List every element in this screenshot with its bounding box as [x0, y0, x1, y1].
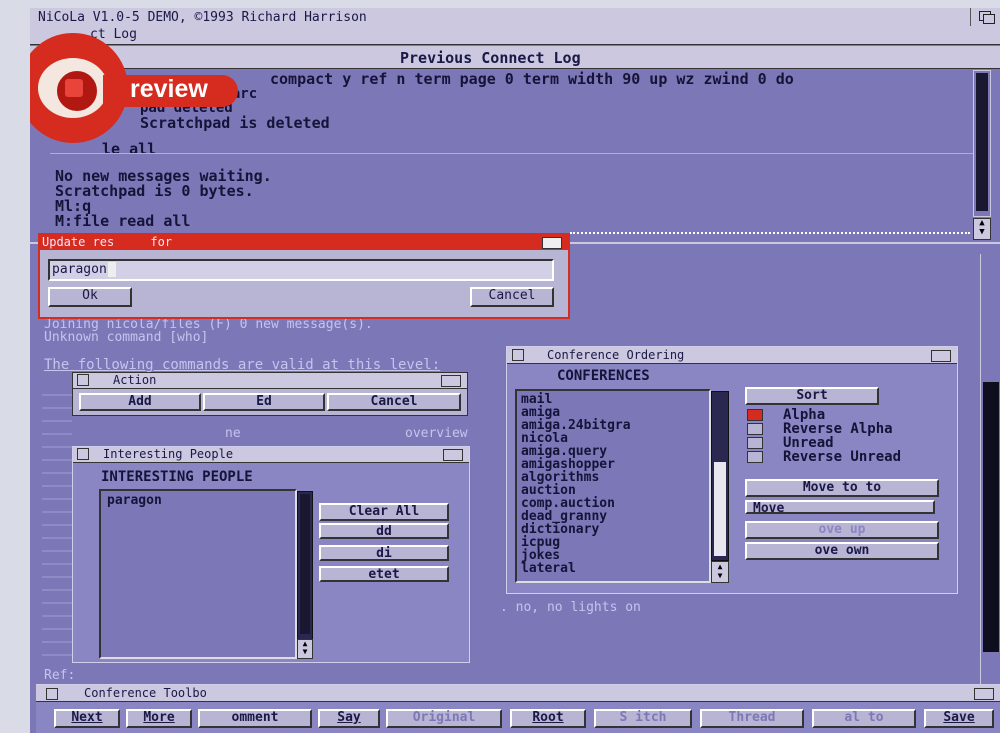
- bg-word-ne: ne: [225, 426, 241, 441]
- text-cursor: [108, 262, 116, 277]
- toolbox-comment-button[interactable]: omment: [198, 709, 312, 728]
- update-dialog-title-bar: Update res for: [40, 235, 568, 250]
- people-depth-gadget[interactable]: [443, 449, 463, 461]
- people-close-gadget[interactable]: [77, 448, 89, 460]
- log-line-10: M:file read all: [55, 212, 191, 230]
- log-divider: [50, 153, 975, 154]
- update-cancel-button[interactable]: Cancel: [470, 287, 554, 307]
- update-dialog-input-value: paragon: [52, 262, 107, 277]
- conference-scroll-arrows[interactable]: ▲ ▼: [711, 561, 729, 583]
- bg-bottom-text: . no, no lights on: [500, 600, 641, 615]
- update-ok-button[interactable]: Ok: [48, 287, 132, 307]
- sort-button[interactable]: Sort: [745, 387, 879, 405]
- people-heading: INTERESTING PEOPLE: [101, 469, 253, 485]
- sort-radio-alpha[interactable]: [747, 409, 763, 421]
- console-scroll-knob[interactable]: [983, 382, 999, 652]
- people-title: Interesting People: [103, 447, 234, 461]
- toolbox-original-button[interactable]: Original: [386, 709, 502, 728]
- move-to-bottom-button[interactable]: Move: [745, 500, 935, 516]
- move-down-button[interactable]: ove own: [745, 542, 939, 560]
- conference-close-gadget[interactable]: [512, 349, 524, 361]
- people-delete-button[interactable]: etet: [319, 566, 449, 582]
- console-scrollbar[interactable]: [980, 254, 1000, 684]
- move-to-top-button[interactable]: Move to to: [745, 479, 939, 497]
- toolbox-depth-gadget[interactable]: [974, 688, 994, 700]
- conference-list[interactable]: mail amiga amiga.24bitgra nicola amiga.q…: [515, 389, 711, 583]
- update-dialog-title: Update res for: [42, 235, 173, 249]
- conference-scroll-knob[interactable]: [714, 462, 726, 556]
- people-window: Interesting People INTERESTING PEOPLE pa…: [72, 446, 470, 663]
- update-dialog-input[interactable]: paragon: [48, 259, 554, 281]
- action-edit-button[interactable]: Ed: [203, 393, 325, 411]
- toolbox-root-button[interactable]: Root: [510, 709, 586, 728]
- people-list[interactable]: paragon: [99, 489, 297, 659]
- sort-radio-reverse-alpha[interactable]: [747, 423, 763, 435]
- action-cancel-button[interactable]: Cancel: [327, 393, 461, 411]
- conference-depth-gadget[interactable]: [931, 350, 951, 362]
- console-left-edge: [42, 388, 72, 658]
- ref-label: Ref:: [44, 668, 76, 683]
- sort-radio-reverse-unread[interactable]: [747, 451, 763, 463]
- people-edit-button[interactable]: di: [319, 545, 449, 561]
- conference-title-bar: Conference Ordering: [507, 347, 957, 364]
- update-dialog: Update res for paragon Ok Cancel: [38, 233, 570, 319]
- conference-window: Conference Ordering CONFERENCES mail ami…: [506, 346, 958, 594]
- people-title-bar: Interesting People: [73, 447, 469, 463]
- people-item[interactable]: paragon: [107, 493, 162, 508]
- update-dialog-depth-gadget[interactable]: [542, 237, 562, 249]
- amiga-screen: NiCoLa V1.0-5 DEMO, ©1993 Richard Harris…: [30, 8, 1000, 733]
- log-scroll-knob[interactable]: [976, 73, 988, 211]
- toolbox-switch-button[interactable]: S itch: [594, 709, 692, 728]
- action-title-bar: Action: [73, 373, 467, 389]
- conference-scrollbar[interactable]: [711, 391, 729, 561]
- people-clear-all-button[interactable]: Clear All: [319, 503, 449, 521]
- conference-title: Conference Ordering: [547, 348, 685, 362]
- sort-radio-unread[interactable]: [747, 437, 763, 449]
- move-up-button[interactable]: ove up: [745, 521, 939, 539]
- log-window-title: Previous Connect Log: [400, 49, 581, 67]
- people-scroll-knob[interactable]: [300, 494, 310, 634]
- review-badge: review: [30, 23, 238, 153]
- toolbox-more-button[interactable]: More: [126, 709, 192, 728]
- people-scroll-arrows[interactable]: ▲ ▼: [297, 639, 313, 659]
- action-add-button[interactable]: Add: [79, 393, 201, 411]
- toolbox-next-button[interactable]: Next: [54, 709, 120, 728]
- log-scroll-arrows[interactable]: ▲ ▼: [973, 218, 991, 240]
- review-label: review: [130, 75, 208, 103]
- action-close-gadget[interactable]: [77, 374, 89, 386]
- toolbox-title: Conference Toolbo: [84, 686, 207, 700]
- action-title: Action: [113, 373, 157, 387]
- conference-item[interactable]: lateral: [521, 562, 576, 576]
- toolbox-save-button[interactable]: Save: [924, 709, 994, 728]
- toolbox-close-gadget[interactable]: [46, 688, 58, 700]
- bg-word-overview: overview: [405, 426, 468, 441]
- action-window: Action Add Ed Cancel: [72, 372, 468, 416]
- sort-option-reverse-unread: Reverse Unread: [783, 449, 902, 465]
- bg-line-unknown: Unknown command [who]: [44, 330, 209, 345]
- log-status-dots: [570, 232, 970, 234]
- toolbox-mail-to-button[interactable]: al to: [812, 709, 916, 728]
- conference-heading: CONFERENCES: [557, 368, 650, 384]
- toolbox-thread-button[interactable]: Thread: [700, 709, 804, 728]
- action-depth-gadget[interactable]: [441, 375, 461, 387]
- people-scrollbar[interactable]: [297, 491, 313, 641]
- log-scrollbar[interactable]: [973, 70, 991, 217]
- log-line-1: compact y ref n term page 0 term width 9…: [270, 70, 794, 88]
- toolbox-say-button[interactable]: Say: [318, 709, 380, 728]
- bg-line-valid: The following commands are valid at this…: [44, 357, 441, 373]
- toolbox-title-bar: Conference Toolbo: [36, 685, 1000, 702]
- people-add-button[interactable]: dd: [319, 523, 449, 539]
- screen-depth-gadget[interactable]: [970, 8, 1000, 26]
- toolbox-window: Conference Toolbo Next More omment Say O…: [36, 684, 1000, 733]
